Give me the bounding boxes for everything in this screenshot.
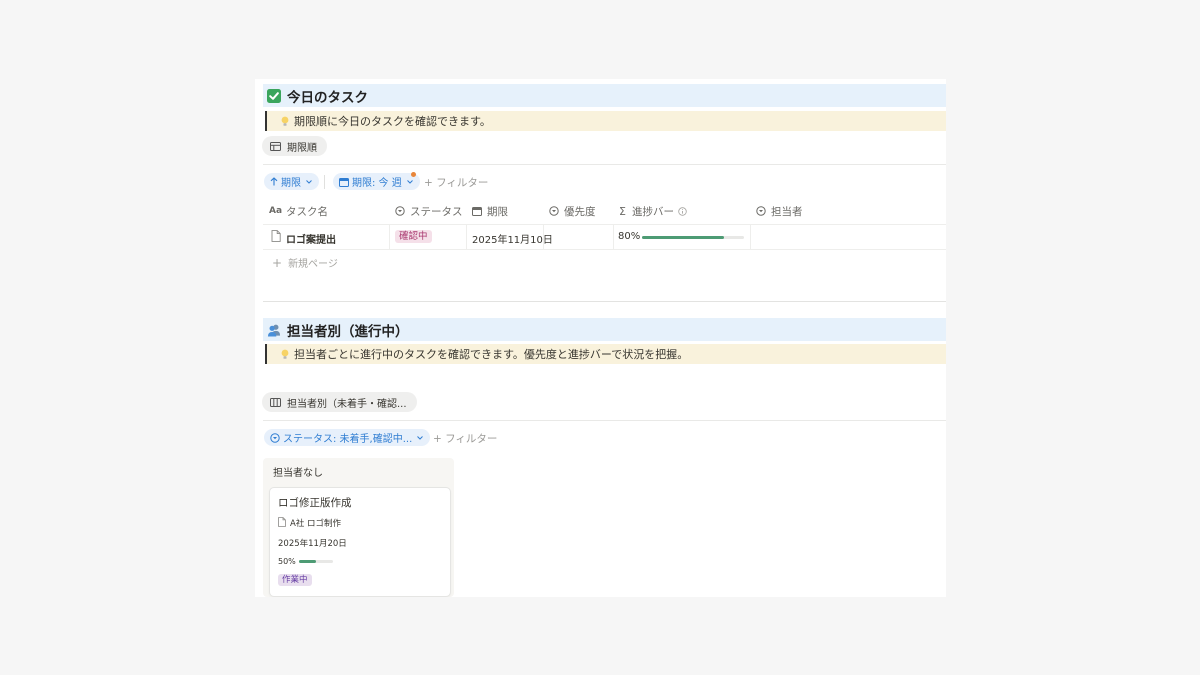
column-header-due[interactable]: 期限 (472, 203, 508, 219)
chevron-down-icon (406, 179, 413, 184)
column-header-task-name[interactable]: Aa タスク名 (269, 203, 328, 219)
callout: 担当者ごとに進行中のタスクを確認できます。優先度と進捗バーで状況を把握。 (265, 344, 946, 364)
info-icon (678, 206, 687, 216)
chevron-down-icon (417, 435, 424, 440)
column-header-priority[interactable]: 優先度 (549, 203, 596, 219)
due-date: 2025年11月10日 (472, 235, 553, 246)
column-label: 担当者 (771, 205, 803, 218)
callout-bar (265, 111, 267, 131)
column-label: 進捗バー (631, 205, 674, 218)
column-header-assignee[interactable]: 担当者 (756, 203, 803, 219)
column-label: 優先度 (564, 205, 596, 218)
callout-text: 期限順に今日のタスクを確認できます。 (294, 115, 491, 128)
callout-bar (265, 344, 267, 364)
plus-icon: + (272, 255, 283, 270)
progress-fill (299, 560, 316, 563)
section-header-by-assignee: 担当者別（進行中） (263, 318, 946, 341)
people-icon (267, 323, 281, 337)
lightbulb-icon (281, 349, 289, 360)
section-header-today-tasks: 今日のタスク (263, 84, 946, 107)
add-filter-button[interactable]: + フィルター (433, 431, 497, 446)
status-badge: 確認中 (395, 230, 432, 243)
table-row[interactable]: ロゴ案提出 確認中 2025年11月10日 80% (263, 225, 946, 249)
card-project-link[interactable]: A社 ロゴ制作 (290, 517, 341, 529)
filter-active-dot (411, 172, 416, 177)
lightbulb-icon (281, 116, 289, 127)
text-type-icon: Aa (269, 206, 283, 216)
progress-fill (642, 236, 724, 239)
status-badge: 作業中 (278, 574, 312, 586)
progress-bar (642, 236, 744, 239)
add-filter-button[interactable]: + フィルター (424, 175, 488, 190)
callout: 期限順に今日のタスクを確認できます。 (265, 111, 946, 131)
person-icon (756, 206, 766, 216)
column-header-progress[interactable]: Σ 進捗バー (619, 203, 687, 219)
board-icon (270, 397, 281, 407)
column-label: タスク名 (286, 205, 329, 218)
board-card[interactable]: ロゴ修正版作成 A社 ロゴ制作 2025年11月20日 50% 作業中 (269, 487, 451, 597)
page-icon (271, 230, 281, 242)
view-tab-by-assignee[interactable]: 担当者別（未着手・確認... (262, 392, 417, 412)
filter-separator (324, 175, 325, 189)
status-icon (270, 432, 280, 443)
column-header-status[interactable]: ステータス (395, 203, 463, 219)
chevron-down-icon (306, 179, 312, 184)
status-filter-chip[interactable]: ステータス: 未着手,確認中... (264, 429, 431, 446)
calendar-icon (472, 207, 482, 216)
notion-page: 今日のタスク 期限順に今日のタスクを確認できます。 期限順 期限 期限: 今 週… (255, 79, 946, 597)
new-page-label: 新規ページ (288, 259, 338, 270)
section-title: 担当者別（進行中） (287, 323, 409, 340)
status-filter-label: ステータス: 未着手,確認中... (283, 434, 413, 445)
view-tab-label: 担当者別（未着手・確認... (287, 398, 407, 410)
new-page-button[interactable]: + 新規ページ (272, 255, 338, 271)
progress-label: 80% (618, 231, 641, 242)
date-filter-chip[interactable]: 期限: 今 週 (333, 173, 420, 190)
card-progress-bar (299, 560, 333, 563)
card-progress-label: 50% (278, 557, 296, 566)
section-title: 今日のタスク (287, 89, 368, 106)
board-group-label: 担当者なし (273, 468, 323, 479)
column-label: 期限 (487, 205, 508, 218)
card-title: ロゴ修正版作成 (278, 497, 352, 509)
sort-chip-label: 期限 (281, 178, 301, 189)
view-tab-deadline[interactable]: 期限順 (262, 136, 327, 156)
view-tab-label: 期限順 (287, 142, 317, 154)
section-divider (263, 301, 946, 302)
table-row-border (263, 249, 946, 250)
date-filter-label: 期限: 今 週 (352, 178, 402, 189)
select-icon (549, 206, 559, 216)
divider (263, 420, 946, 421)
divider (263, 164, 946, 165)
task-name[interactable]: ロゴ案提出 (286, 231, 336, 246)
sigma-icon: Σ (619, 204, 626, 218)
callout-text: 担当者ごとに進行中のタスクを確認できます。優先度と進捗バーで状況を把握。 (294, 348, 689, 361)
card-due-date: 2025年11月20日 (278, 539, 347, 549)
sort-chip[interactable]: 期限 (264, 173, 319, 190)
check-box-icon (267, 88, 281, 103)
status-icon (395, 206, 405, 216)
column-label: ステータス (410, 205, 463, 218)
calendar-icon (339, 177, 349, 187)
page-icon (278, 517, 286, 527)
table-icon (270, 141, 281, 151)
arrow-up-icon (270, 177, 278, 186)
